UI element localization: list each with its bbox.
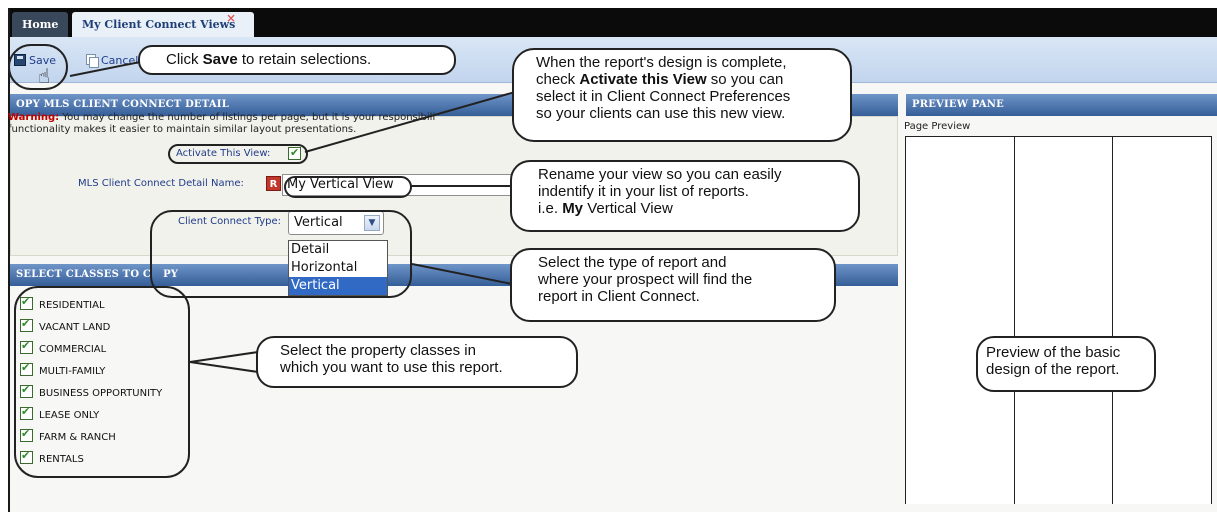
callout-activate-line: When the report's design is complete, — [536, 54, 787, 71]
page-preview-label: Page Preview — [904, 121, 971, 132]
callout-bold: My — [562, 200, 584, 217]
callout-preview: Preview of the basic design of the repor… — [976, 336, 1156, 392]
callout-type: Select the type of report and where your… — [510, 248, 836, 322]
callout-type-line: report in Client Connect. — [538, 288, 700, 305]
warning-label: Warning: — [8, 112, 60, 123]
cancel-button[interactable]: Cancel — [86, 53, 138, 69]
callout-text: so you can — [706, 71, 784, 88]
callout-text: check — [536, 71, 580, 88]
callout-activate: When the report's design is complete, ch… — [512, 48, 852, 142]
warning-line1: You may change the number of listings pe… — [59, 112, 436, 123]
callout-activate-line: select it in Client Connect Preferences — [536, 88, 791, 105]
classes-header-text: SELECT CLASSES TO C — [16, 269, 152, 280]
tab-home[interactable]: Home — [12, 12, 68, 37]
type-highlight-circle — [150, 210, 412, 298]
page-preview-box — [905, 136, 1212, 504]
callout-classes: Select the property classes in which you… — [256, 336, 578, 388]
callout-text: Vertical View — [583, 200, 673, 217]
callout-preview-line: Preview of the basic — [986, 344, 1121, 361]
callout-rename-line3: i.e. My Vertical View — [538, 200, 846, 217]
callout-save-post: to retain selections. — [237, 51, 372, 68]
name-highlight-circle — [284, 176, 412, 198]
callout-rename-line: Rename your view so you can easily — [538, 166, 782, 183]
callout-activate-line2: check Activate this View so you can — [536, 71, 838, 88]
preview-column-divider — [1112, 137, 1113, 504]
warning-text: Warning: You may change the number of li… — [8, 112, 508, 136]
activate-highlight-circle — [168, 144, 308, 164]
tab-bar: Home My Client Connect Views × — [10, 8, 1217, 37]
cancel-icon — [86, 54, 99, 68]
warning-line2: functionality makes it easier to maintai… — [8, 124, 357, 135]
tab-home-label: Home — [22, 18, 59, 31]
callout-bold: Activate this View — [579, 71, 707, 88]
close-icon[interactable]: × — [226, 8, 236, 31]
hand-cursor-icon: ☝ — [38, 64, 51, 88]
callout-preview-line: design of the report. — [986, 361, 1120, 378]
callout-activate-line: so your clients can use this new view. — [536, 105, 786, 122]
callout-save-bold: Save — [202, 51, 238, 68]
required-badge: R — [266, 176, 281, 191]
callout-save-pre: Click — [166, 51, 203, 68]
callout-save: Click Save to retain selections. — [138, 45, 456, 75]
callout-classes-line: which you want to use this report. — [280, 359, 503, 376]
callout-rename-line: indentify it in your list of reports. — [538, 183, 749, 200]
callout-type-line: Select the type of report and — [538, 254, 727, 271]
name-label: MLS Client Connect Detail Name: — [78, 178, 244, 189]
callout-rename: Rename your view so you can easily inden… — [510, 160, 860, 232]
tab-my-client-connect-views[interactable]: My Client Connect Views × — [72, 11, 254, 37]
callout-text: i.e. — [538, 200, 563, 217]
classes-highlight-circle — [14, 286, 190, 478]
tab-active-label: My Client Connect Views — [82, 18, 236, 31]
preview-column-divider — [1014, 137, 1015, 504]
callout-classes-line: Select the property classes in — [280, 342, 476, 359]
cancel-label: Cancel — [101, 54, 139, 67]
callout-type-line: where your prospect will find the — [538, 271, 753, 288]
section-header-preview: PREVIEW PANE — [906, 94, 1217, 116]
